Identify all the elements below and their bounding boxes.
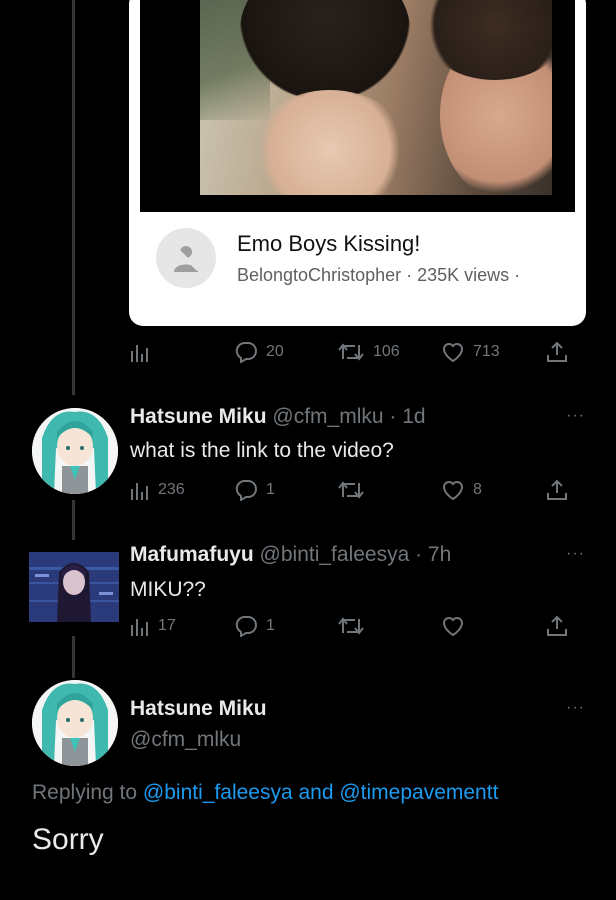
reply-mentions-link[interactable]: @binti_faleesya and @timepavementt	[143, 781, 499, 804]
thread-line	[72, 0, 75, 395]
author-handle-time: @cfm_mlku · 1d	[272, 405, 426, 428]
avatar[interactable]	[32, 680, 118, 766]
focused-tweet-text: Sorry	[32, 823, 104, 856]
reply-count: 20	[266, 343, 284, 360]
share-icon	[547, 341, 567, 362]
heart-icon	[442, 343, 464, 363]
share-icon	[547, 615, 567, 636]
like-count: 8	[473, 481, 482, 498]
analytics-icon	[131, 345, 148, 362]
tweet-actions: 17 1	[0, 615, 616, 645]
analytics-icon	[131, 483, 148, 500]
video-thumbnail[interactable]	[140, 0, 575, 212]
author-handle-time: @binti_faleesya · 7h	[259, 543, 452, 566]
like-button[interactable]	[441, 615, 465, 637]
share-icon	[547, 479, 567, 500]
focused-author-name[interactable]: Hatsune Miku	[130, 697, 267, 721]
mafumafuyu-avatar-image	[29, 552, 119, 622]
replying-to: Replying to @binti_faleesya and @timepav…	[32, 781, 498, 805]
views-button[interactable]: 17	[130, 615, 176, 637]
focused-author-handle: @cfm_mlku	[130, 728, 242, 751]
tweet-author[interactable]: Hatsune Miku @cfm_mlku · 1d	[130, 405, 426, 429]
reply-icon	[235, 616, 257, 637]
author-name[interactable]: Mafumafuyu	[130, 543, 254, 566]
like-count: 713	[473, 343, 500, 360]
reply-icon	[235, 480, 257, 501]
replying-to-label: Replying to	[32, 781, 138, 804]
more-options-icon[interactable]: ···	[566, 699, 585, 717]
retweet-icon	[338, 481, 364, 499]
reply-button[interactable]: 1	[234, 615, 275, 637]
tweet-actions: 236 1 8	[0, 479, 616, 509]
video-still-image	[200, 0, 552, 195]
retweet-button[interactable]	[337, 615, 365, 637]
share-button[interactable]	[546, 479, 568, 501]
retweet-icon	[338, 617, 364, 635]
retweet-button[interactable]	[337, 479, 365, 501]
default-user-icon	[172, 244, 200, 272]
views-button[interactable]: 236	[130, 479, 185, 501]
reply-icon	[235, 342, 257, 363]
more-options-icon[interactable]: ···	[566, 407, 585, 425]
retweet-button[interactable]: 106	[337, 341, 400, 363]
share-button[interactable]	[546, 615, 568, 637]
reply-count: 1	[266, 481, 275, 498]
tweet-author[interactable]: Mafumafuyu @binti_faleesya · 7h	[130, 543, 451, 567]
heart-icon	[442, 481, 464, 501]
reply-button[interactable]: 1	[234, 479, 275, 501]
author-name[interactable]: Hatsune Miku	[130, 405, 267, 428]
channel-avatar	[156, 228, 216, 288]
like-button[interactable]: 713	[441, 341, 500, 363]
share-button[interactable]	[546, 341, 568, 363]
video-embed-card[interactable]: Emo Boys Kissing! BelongtoChristopher · …	[129, 0, 586, 326]
retweet-count: 106	[373, 343, 400, 360]
reply-button[interactable]: 20	[234, 341, 284, 363]
video-title[interactable]: Emo Boys Kissing!	[237, 231, 420, 257]
heart-icon	[442, 617, 464, 637]
tweet-text: MIKU??	[130, 578, 206, 601]
reply-count: 1	[266, 617, 275, 634]
tweet-text: what is the link to the video?	[130, 439, 394, 462]
miku-avatar-image	[32, 680, 118, 766]
views-button[interactable]	[130, 341, 150, 363]
tweet-actions: 20 106 713	[0, 341, 616, 371]
like-button[interactable]: 8	[441, 479, 482, 501]
avatar[interactable]	[29, 552, 119, 622]
analytics-icon	[131, 619, 148, 636]
view-count: 17	[158, 617, 176, 634]
view-count: 236	[158, 481, 185, 498]
more-options-icon[interactable]: ···	[566, 545, 585, 563]
video-meta: BelongtoChristopher · 235K views ·	[237, 265, 521, 285]
retweet-icon	[338, 343, 364, 361]
